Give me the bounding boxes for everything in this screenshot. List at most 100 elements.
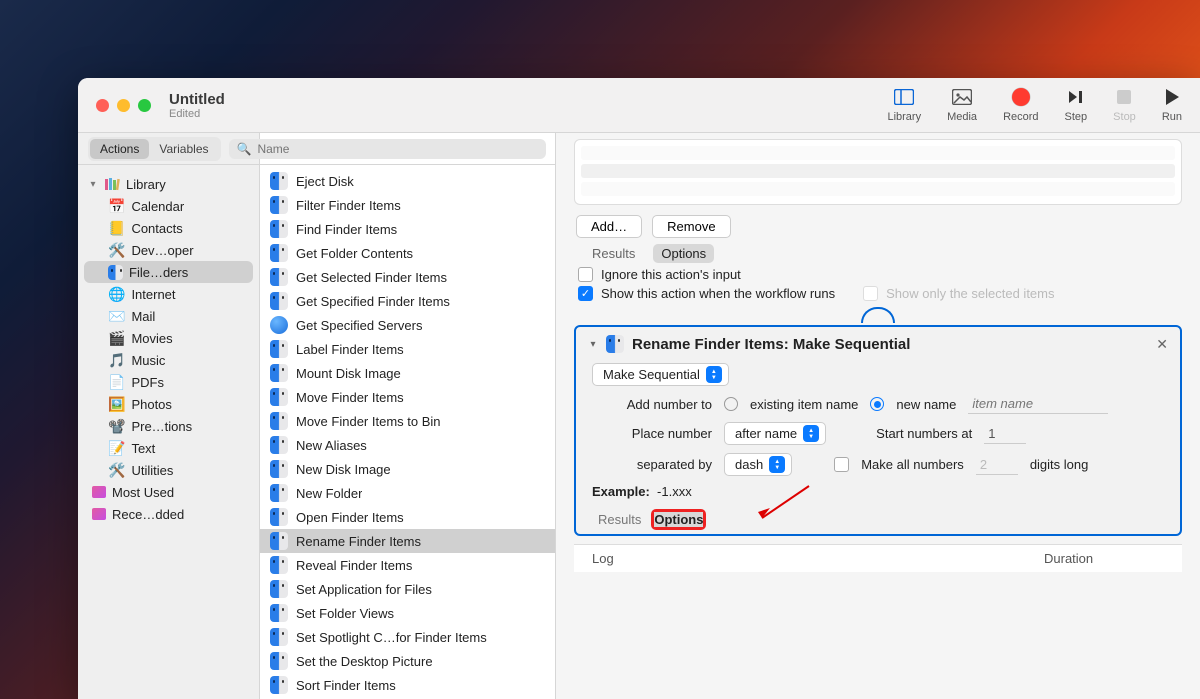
run-toolbar-button[interactable]: Run — [1162, 87, 1182, 123]
record-toolbar-button[interactable]: Record — [1003, 87, 1038, 123]
action-label: Filter Finder Items — [296, 198, 401, 213]
sidebar-item[interactable]: 📽️Pre…tions — [78, 415, 259, 437]
remove-button[interactable]: Remove — [652, 215, 730, 238]
start-numbers-input[interactable] — [984, 424, 1026, 444]
upper-tabs: Results Options — [584, 244, 1180, 263]
action-row[interactable]: Get Specified Servers — [260, 313, 555, 337]
sidebar-item[interactable]: ✉️Mail — [78, 305, 259, 327]
sidebar-item[interactable]: 🛠️Utilities — [78, 459, 259, 481]
sidebar-item[interactable]: 📅Calendar — [78, 195, 259, 217]
action-row[interactable]: Open Finder Items — [260, 505, 555, 529]
smart-folder-most-used[interactable]: Most Used — [78, 481, 259, 503]
action-label: Label Finder Items — [296, 342, 404, 357]
media-toolbar-button[interactable]: Media — [947, 87, 977, 123]
separated-by-row: separated by dash ▲▼ Make all numbers di… — [602, 453, 1168, 476]
search-input[interactable] — [257, 142, 538, 156]
action-row[interactable]: Set Application for Files — [260, 577, 555, 601]
log-panel-header: Log Duration — [574, 544, 1182, 572]
show-only-selected-checkbox[interactable] — [863, 286, 878, 301]
new-name-radio[interactable] — [870, 397, 884, 411]
sidebar-item[interactable]: 🎬Movies — [78, 327, 259, 349]
add-button[interactable]: Add… — [576, 215, 642, 238]
step-toolbar-button[interactable]: Step — [1065, 87, 1088, 123]
sidebar-item[interactable]: 🎵Music — [78, 349, 259, 371]
sidebar-item[interactable]: 📄 PDFs — [78, 371, 259, 393]
close-icon[interactable]: ✕ — [1156, 336, 1168, 353]
show-when-runs-checkbox[interactable]: ✓ — [578, 286, 593, 301]
action-row[interactable]: Reveal Finder Items — [260, 553, 555, 577]
finder-icon — [270, 532, 288, 550]
actions-variables-segment[interactable]: Actions Variables — [88, 137, 221, 161]
action-row[interactable]: Get Selected Finder Items — [260, 265, 555, 289]
developer-icon: 🛠️ — [108, 243, 125, 257]
ignore-input-checkbox[interactable] — [578, 267, 593, 282]
chevron-down-icon[interactable]: ▾ — [588, 339, 598, 350]
tab-options[interactable]: Options — [653, 244, 714, 263]
action-row[interactable]: New Aliases — [260, 433, 555, 457]
sidebar-item[interactable]: 🌐Internet — [78, 283, 259, 305]
make-all-numbers-checkbox[interactable] — [834, 457, 849, 472]
tab-results[interactable]: Results — [598, 512, 641, 527]
action-row[interactable]: Sort Finder Items — [260, 673, 555, 697]
library-toolbar-button[interactable]: Library — [887, 87, 921, 123]
action-row[interactable]: New Folder — [260, 481, 555, 505]
action-row[interactable]: Set the Desktop Picture — [260, 649, 555, 673]
action-row[interactable]: Set Folder Views — [260, 601, 555, 625]
minimize-window-button[interactable] — [117, 99, 130, 112]
sidebar-item-label: PDFs — [131, 375, 164, 390]
zoom-window-button[interactable] — [138, 99, 151, 112]
segment-search-row: Actions Variables 🔍 — [78, 133, 556, 165]
existing-name-label: existing item name — [750, 397, 858, 412]
picture-icon — [952, 87, 972, 107]
finder-icon — [270, 460, 288, 478]
action-row[interactable]: Eject Disk — [260, 169, 555, 193]
mode-popup[interactable]: Make Sequential ▲▼ — [592, 363, 729, 386]
action-row[interactable]: Find Finder Items — [260, 217, 555, 241]
sidebar-item[interactable]: 📒Contacts — [78, 217, 259, 239]
finder-icon — [270, 292, 288, 310]
stop-toolbar-button[interactable]: Stop — [1113, 87, 1136, 123]
library-root-label: Library — [126, 177, 166, 192]
action-row[interactable]: Get Specified Finder Items — [260, 289, 555, 313]
search-field[interactable]: 🔍 — [229, 139, 547, 159]
action-row[interactable]: Rename Finder Items — [260, 529, 555, 553]
action-row[interactable]: New Disk Image — [260, 457, 555, 481]
segment-variables[interactable]: Variables — [149, 139, 218, 159]
window-title: Untitled — [169, 91, 225, 108]
existing-name-radio[interactable] — [724, 397, 738, 411]
action-row[interactable]: Label Finder Items — [260, 337, 555, 361]
action-row[interactable]: Mount Disk Image — [260, 361, 555, 385]
action-label: New Folder — [296, 486, 362, 501]
smart-folder-recently-added[interactable]: Rece…dded — [78, 503, 259, 525]
segment-actions[interactable]: Actions — [90, 139, 149, 159]
item-name-input[interactable] — [968, 394, 1108, 414]
sidebar-item[interactable]: 🖼️Photos — [78, 393, 259, 415]
finder-icon — [108, 265, 123, 280]
sidebar-item-selected[interactable]: File…ders — [84, 261, 253, 283]
digits-input[interactable] — [976, 455, 1018, 475]
pdfs-icon: 📄 — [108, 375, 125, 389]
separator-popup[interactable]: dash ▲▼ — [724, 453, 792, 476]
digits-long-label: digits long — [1030, 457, 1089, 472]
action-row[interactable]: Get Folder Contents — [260, 241, 555, 265]
place-number-value: after name — [735, 426, 797, 441]
sidebar-item-label: Music — [131, 353, 165, 368]
sidebar-item-label: Pre…tions — [131, 419, 192, 434]
close-window-button[interactable] — [96, 99, 109, 112]
action-row[interactable]: Set Spotlight C…for Finder Items — [260, 625, 555, 649]
action-row[interactable]: Move Finder Items to Bin — [260, 409, 555, 433]
sidebar-item[interactable]: 🛠️Dev…oper — [78, 239, 259, 261]
media-toolbar-label: Media — [947, 111, 977, 123]
tab-options[interactable]: Options — [654, 512, 703, 527]
library-root[interactable]: ▾ Library — [78, 173, 259, 195]
library-sidebar: Actions Variables 🔍 ▾ Library 📅Calendar — [78, 133, 260, 699]
action-row[interactable]: Move Finder Items — [260, 385, 555, 409]
duration-column-label: Duration — [1044, 551, 1164, 566]
previous-action-options — [574, 139, 1182, 205]
action-row[interactable]: Filter Finder Items — [260, 193, 555, 217]
sidebar-item[interactable]: 📝Text — [78, 437, 259, 459]
place-number-popup[interactable]: after name ▲▼ — [724, 422, 826, 445]
title-block: Untitled Edited — [169, 91, 225, 120]
tab-results[interactable]: Results — [584, 244, 643, 263]
updown-icon: ▲▼ — [769, 456, 785, 473]
